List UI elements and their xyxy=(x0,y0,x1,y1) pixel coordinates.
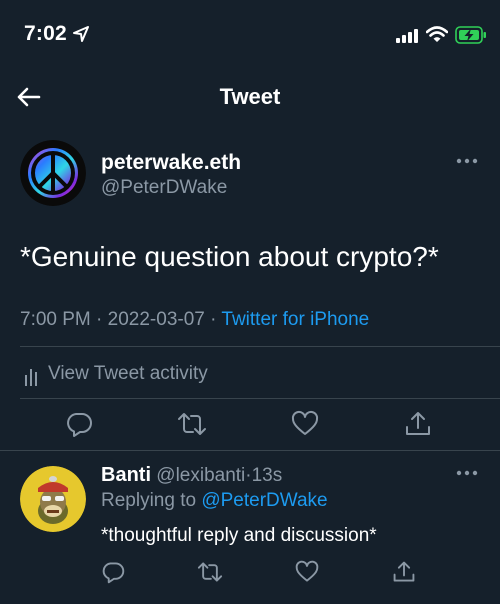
reply-retweet-button[interactable] xyxy=(194,556,226,588)
comment-icon xyxy=(67,413,92,437)
battery-charging-icon xyxy=(455,26,486,44)
reply-author-name[interactable]: Banti xyxy=(101,464,151,486)
tweet-metadata: 7:00 PM · 2022-03-07 · Twitter for iPhon… xyxy=(20,309,369,331)
tweet-time: 7:00 PM xyxy=(20,309,91,330)
reply-author-avatar[interactable] xyxy=(20,466,86,532)
more-options-icon[interactable] xyxy=(456,158,478,164)
cellular-signal-icon xyxy=(396,29,418,43)
more-options-icon[interactable] xyxy=(456,470,478,476)
heart-icon xyxy=(291,410,319,435)
tweet-text: *Genuine question about crypto?* xyxy=(20,241,439,272)
divider xyxy=(0,450,500,451)
replying-to-prefix: Replying to xyxy=(101,490,197,511)
reply-age: 13s xyxy=(251,465,283,486)
back-button[interactable] xyxy=(14,82,44,112)
reply-reply-button[interactable] xyxy=(97,556,129,588)
share-icon xyxy=(406,412,430,435)
author-name[interactable]: peterwake.eth xyxy=(101,151,241,175)
reply-header: Banti @lexibanti·13s xyxy=(101,464,282,487)
reply-author-handle[interactable]: @lexibanti xyxy=(156,465,245,486)
replying-to: Replying to @PeterDWake xyxy=(101,490,328,512)
bar-chart-icon xyxy=(25,369,37,386)
arrow-left-icon xyxy=(17,87,41,107)
like-button[interactable] xyxy=(289,408,321,440)
peace-sign-avatar-image xyxy=(20,140,86,206)
heart-icon xyxy=(295,560,319,582)
reply-text: *thoughtful reply and discussion* xyxy=(101,525,377,546)
separator-dot: · xyxy=(96,309,103,330)
comment-icon xyxy=(102,562,125,584)
location-arrow-icon xyxy=(73,26,89,42)
share-button[interactable] xyxy=(402,408,434,440)
view-tweet-activity-link[interactable]: View Tweet activity xyxy=(48,363,208,385)
retweet-icon xyxy=(197,562,223,582)
page-title: Tweet xyxy=(219,84,281,109)
divider xyxy=(20,398,500,399)
share-icon xyxy=(393,561,415,582)
separator-dot: · xyxy=(210,309,217,330)
status-bar-time: 7:02 xyxy=(24,22,67,45)
tweet-date: 2022-03-07 xyxy=(107,309,205,330)
replying-to-handle-link[interactable]: @PeterDWake xyxy=(201,490,327,511)
author-handle[interactable]: @PeterDWake xyxy=(101,177,227,199)
reply-share-button[interactable] xyxy=(388,556,420,588)
divider xyxy=(20,346,500,347)
author-avatar[interactable] xyxy=(20,140,86,206)
wifi-icon xyxy=(426,26,448,42)
retweet-button[interactable] xyxy=(176,408,208,440)
retweet-icon xyxy=(178,413,206,435)
ape-avatar-image xyxy=(20,466,86,532)
reply-button[interactable] xyxy=(63,408,95,440)
reply-like-button[interactable] xyxy=(291,556,323,588)
tweet-source-link[interactable]: Twitter for iPhone xyxy=(221,309,369,330)
